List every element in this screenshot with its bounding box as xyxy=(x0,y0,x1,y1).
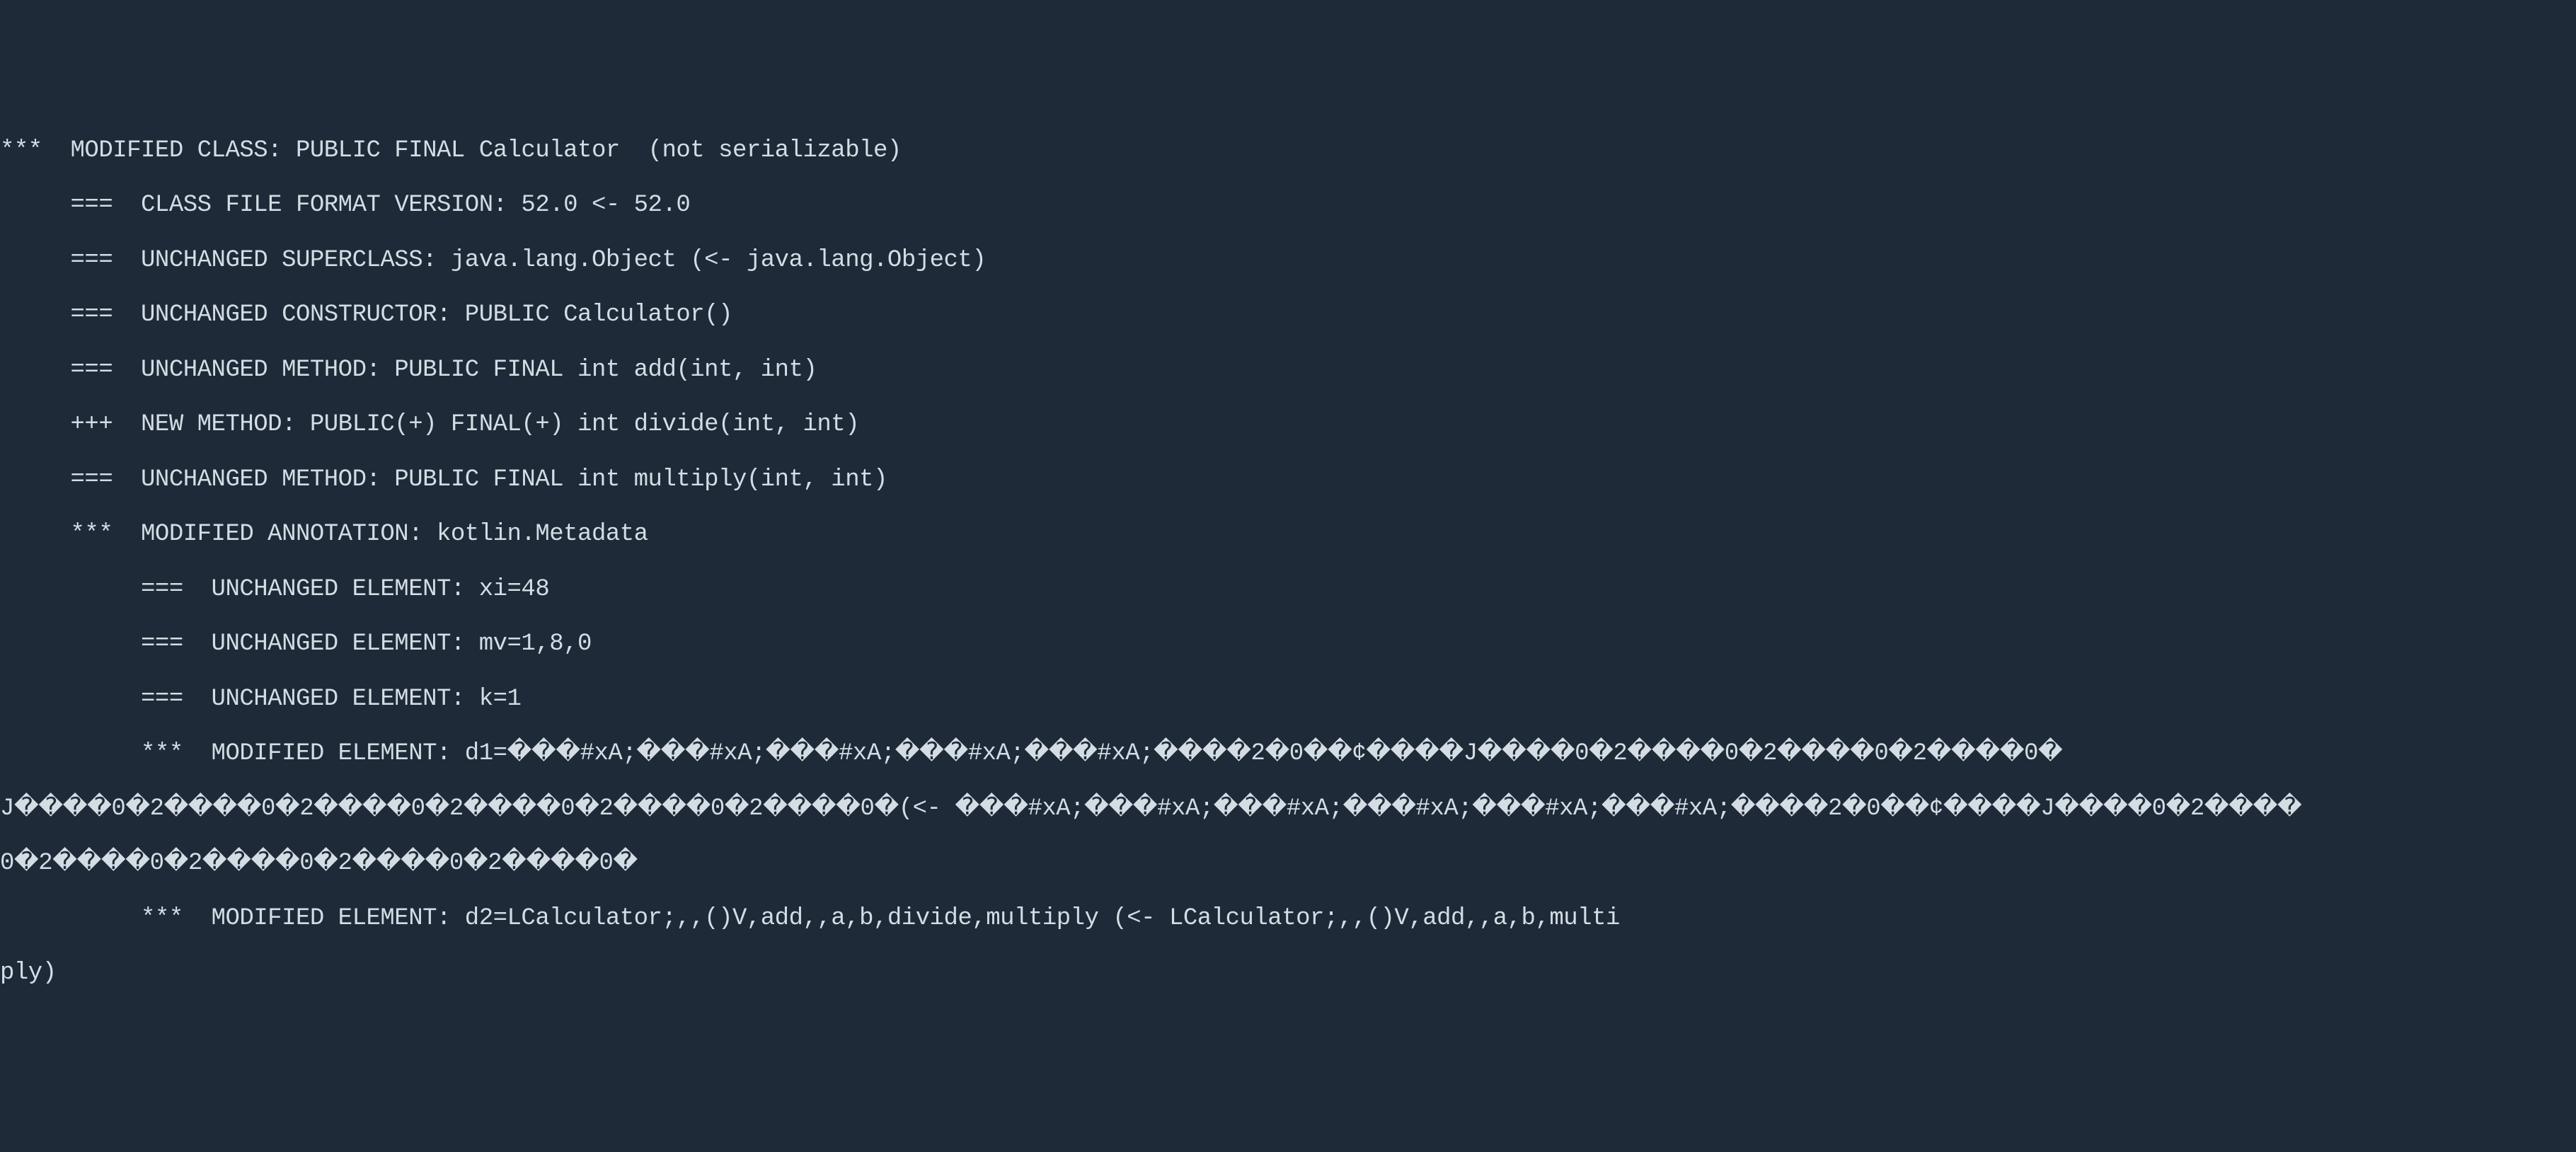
diff-line-element-d2-part2: ply) xyxy=(0,960,2576,987)
diff-line-element-xi: === UNCHANGED ELEMENT: xi=48 xyxy=(0,576,2576,604)
diff-line-method-add: === UNCHANGED METHOD: PUBLIC FINAL int a… xyxy=(0,357,2576,384)
diff-line-superclass: === UNCHANGED SUPERCLASS: java.lang.Obje… xyxy=(0,247,2576,275)
diff-line-method-multiply: === UNCHANGED METHOD: PUBLIC FINAL int m… xyxy=(0,466,2576,494)
diff-line-constructor: === UNCHANGED CONSTRUCTOR: PUBLIC Calcul… xyxy=(0,301,2576,329)
diff-line-class-version: === CLASS FILE FORMAT VERSION: 52.0 <- 5… xyxy=(0,192,2576,219)
diff-line-element-mv: === UNCHANGED ELEMENT: mv=1,8,0 xyxy=(0,630,2576,658)
diff-line-element-d1-part3: 0�2����0�2����0�2����0�2����0� xyxy=(0,850,2576,877)
terminal-output: *** MODIFIED CLASS: PUBLIC FINAL Calcula… xyxy=(0,110,2576,1015)
diff-line-element-d1-part1: *** MODIFIED ELEMENT: d1=���#xA;���#xA;�… xyxy=(0,740,2576,768)
diff-line-element-k: === UNCHANGED ELEMENT: k=1 xyxy=(0,686,2576,713)
diff-line-element-d2-part1: *** MODIFIED ELEMENT: d2=LCalculator;,,(… xyxy=(0,905,2576,933)
diff-line-annotation: *** MODIFIED ANNOTATION: kotlin.Metadata xyxy=(0,521,2576,548)
diff-line-element-d1-part2: J����0�2����0�2����0�2����0�2����0�2����… xyxy=(0,795,2576,823)
diff-line-modified-class: *** MODIFIED CLASS: PUBLIC FINAL Calcula… xyxy=(0,137,2576,165)
diff-line-method-divide-new: +++ NEW METHOD: PUBLIC(+) FINAL(+) int d… xyxy=(0,411,2576,439)
